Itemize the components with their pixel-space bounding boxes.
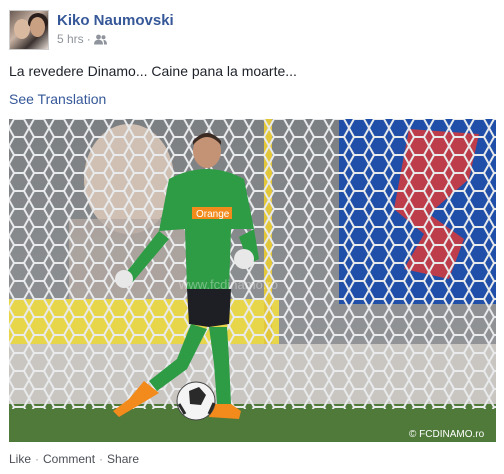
action-separator: · xyxy=(99,452,104,466)
photo-watermark: © FCDINAMO.ro xyxy=(409,429,485,440)
timestamp[interactable]: 5 hrs xyxy=(57,32,84,46)
author-name[interactable]: Kiko Naumovski xyxy=(57,12,174,29)
avatar[interactable] xyxy=(9,10,49,50)
meta-separator: · xyxy=(86,32,91,46)
center-watermark: www.fcdinamo.ro xyxy=(178,277,278,292)
football xyxy=(176,381,216,421)
action-separator: · xyxy=(35,452,40,466)
jersey-sponsor: Orange xyxy=(196,209,230,220)
see-translation-link[interactable]: See Translation xyxy=(9,91,106,107)
post-actions: Like · Comment · Share xyxy=(9,452,139,466)
friends-icon[interactable] xyxy=(93,34,107,48)
share-button[interactable]: Share xyxy=(107,452,139,466)
comment-button[interactable]: Comment xyxy=(43,452,95,466)
post-text: La revedere Dinamo... Caine pana la moar… xyxy=(9,63,297,79)
post-meta: 5 hrs · xyxy=(57,32,107,48)
post-photo[interactable]: Orange www.fcdinamo.ro © FCDINAMO.ro xyxy=(9,119,496,442)
like-button[interactable]: Like xyxy=(9,452,31,466)
